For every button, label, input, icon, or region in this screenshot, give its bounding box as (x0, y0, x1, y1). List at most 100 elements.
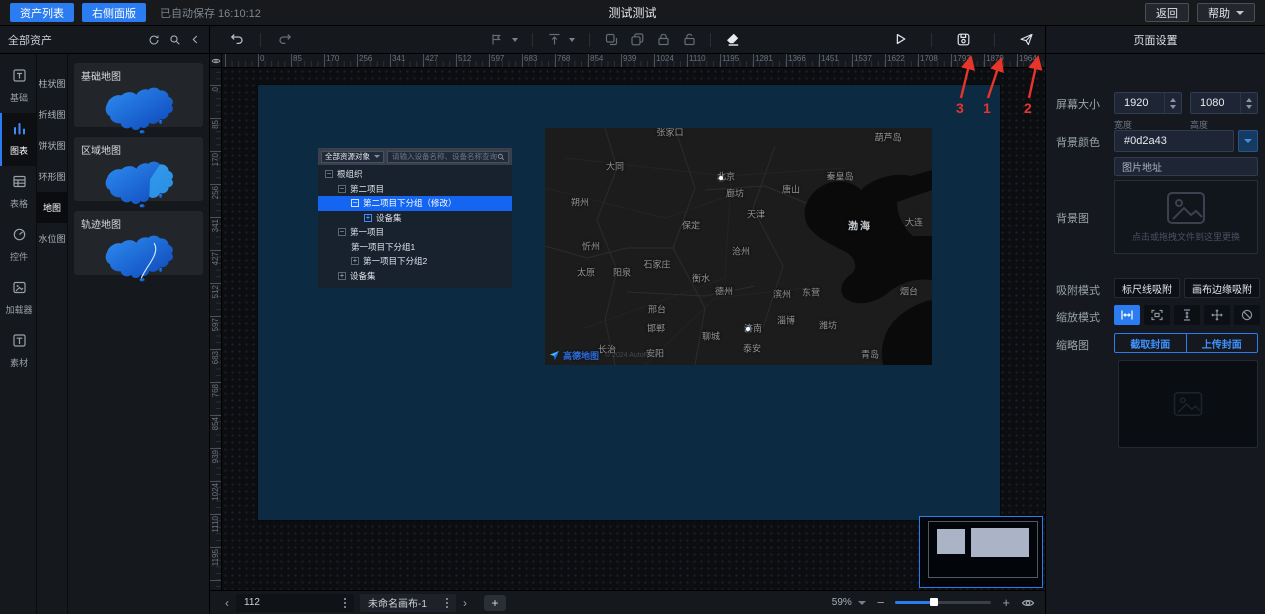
eraser-icon[interactable] (721, 29, 743, 51)
width-stepper[interactable] (1164, 93, 1181, 113)
scale-mode-fit-screen[interactable] (1144, 305, 1170, 325)
ruler-tick-label: 1281 (755, 54, 773, 63)
amap-logo-text: 高德地图 (563, 349, 599, 362)
zoom-level-select[interactable]: 59% (832, 597, 866, 608)
tree-node[interactable]: −第二项目 (318, 182, 512, 197)
category-table[interactable]: 表格 (0, 166, 36, 219)
redo-icon[interactable] (273, 29, 295, 51)
publish-icon[interactable] (1015, 29, 1037, 51)
bg-color-input[interactable]: #0d2a43 (1114, 130, 1234, 152)
right-panel-button[interactable]: 右侧面版 (82, 3, 146, 22)
category-text-frame[interactable]: 基础 (0, 60, 36, 113)
visibility-eye-icon[interactable] (1021, 596, 1035, 610)
scale-mode-free-move[interactable] (1204, 305, 1230, 325)
zoom-slider[interactable] (895, 601, 991, 604)
category-image[interactable]: 加载器 (0, 272, 36, 325)
category-material[interactable]: 素材 (0, 325, 36, 378)
bg-color-picker-button[interactable] (1238, 130, 1258, 152)
chevron-down-icon[interactable] (569, 38, 575, 42)
collapse-icon[interactable]: − (338, 228, 346, 236)
ruler-tick-label: 1451 (821, 54, 839, 63)
ruler-visibility-icon[interactable] (210, 54, 222, 68)
tree-node[interactable]: +设备集 (318, 211, 512, 226)
image-icon (12, 280, 27, 300)
search-icon[interactable] (169, 34, 181, 46)
ruler-tick-label: 1195 (211, 549, 220, 566)
kebab-menu-icon[interactable] (344, 602, 346, 604)
map-widget[interactable]: 张家口葫芦岛大同北京秦皇岛唐山廊坊朔州天津保定渤海大连忻州沧州石家庄太原阳泉衡水… (545, 128, 932, 365)
chart-type-item[interactable]: 环形图 (37, 161, 67, 192)
prev-page-icon[interactable]: ‹ (218, 596, 236, 610)
ruler-tick-label: 854 (590, 54, 603, 63)
tree-node[interactable]: −第二项目下分组（修改） (318, 196, 512, 211)
component-card[interactable]: 区域地图 (74, 137, 203, 201)
chart-type-item[interactable]: 柱状图 (37, 68, 67, 99)
tree-search-input[interactable]: 请输入设备名称、设备名称查询 (387, 151, 509, 163)
chart-type-item[interactable]: 地图 (37, 192, 67, 223)
minimap[interactable] (919, 516, 1043, 588)
horizontal-ruler[interactable]: 0851702563414275125976837688549391024111… (222, 54, 1045, 68)
preview-play-icon[interactable] (889, 29, 911, 51)
canvas-viewport[interactable]: 全部资源对象 请输入设备名称、设备名称查询 −根组织−第二项目−第二项目下分组（… (222, 68, 1045, 590)
height-stepper[interactable] (1240, 93, 1257, 113)
unlock-icon[interactable] (678, 29, 700, 51)
tree-filter-select[interactable]: 全部资源对象 (321, 151, 384, 163)
artboard[interactable]: 全部资源对象 请输入设备名称、设备名称查询 −根组织−第二项目−第二项目下分组（… (258, 85, 1000, 520)
collapse-icon[interactable]: − (351, 199, 359, 207)
category-bar-chart[interactable]: 图表 (0, 113, 36, 166)
tree-node[interactable]: −根组织 (318, 167, 512, 182)
zoom-out-icon[interactable]: − (877, 595, 885, 610)
device-tree-widget[interactable]: 全部资源对象 请输入设备名称、设备名称查询 −根组织−第二项目−第二项目下分组（… (318, 148, 512, 288)
tree-node[interactable]: −第一项目 (318, 225, 512, 240)
component-card[interactable]: 轨迹地图 (74, 211, 203, 275)
help-button[interactable]: 帮助 (1197, 3, 1255, 22)
page-tab[interactable]: 未命名画布-1 (360, 594, 456, 612)
expand-icon[interactable]: + (364, 214, 372, 222)
chevron-down-icon[interactable] (512, 38, 518, 42)
capture-cover-button[interactable]: 截取封面 (1115, 334, 1186, 352)
page-tab[interactable]: 112 (236, 594, 354, 612)
align-horizontal-icon[interactable] (486, 29, 508, 51)
scale-mode-fit-width[interactable] (1114, 305, 1140, 325)
china-map-thumbnail (81, 158, 196, 208)
duplicate-icon[interactable] (626, 29, 648, 51)
expand-icon[interactable]: + (338, 272, 346, 280)
tree-node[interactable]: +设备集 (318, 269, 512, 284)
lock-icon[interactable] (652, 29, 674, 51)
screen-width-input[interactable]: 1920 (1114, 92, 1182, 114)
vertical-ruler[interactable]: 0851702563414275125976837688549391024111… (210, 68, 222, 590)
upload-cover-button[interactable]: 上传封面 (1186, 334, 1258, 352)
tree-node[interactable]: +第一项目下分组2 (318, 254, 512, 269)
chart-type-item[interactable]: 饼状图 (37, 130, 67, 161)
bg-image-url-input[interactable]: 图片地址 (1114, 157, 1258, 176)
component-card[interactable]: 基础地图 (74, 63, 203, 127)
refresh-icon[interactable] (148, 34, 160, 46)
kebab-menu-icon[interactable] (446, 602, 448, 604)
expand-icon[interactable]: + (351, 257, 359, 265)
collapse-icon[interactable]: − (338, 185, 346, 193)
zoom-in-icon[interactable]: + (1002, 595, 1010, 610)
scale-mode-fit-height[interactable] (1174, 305, 1200, 325)
collapse-icon[interactable]: − (325, 170, 333, 178)
align-vertical-icon[interactable] (543, 29, 565, 51)
category-gauge[interactable]: 控件 (0, 219, 36, 272)
next-page-icon[interactable]: › (456, 596, 474, 610)
undo-icon[interactable] (226, 29, 248, 51)
tree-node[interactable]: 第一项目下分组1 (318, 240, 512, 255)
collapse-panel-icon[interactable] (190, 34, 201, 45)
chart-type-item[interactable]: 折线图 (37, 99, 67, 130)
snap-ruler-button[interactable]: 标尺线吸附 (1114, 278, 1180, 298)
snap-edge-button[interactable]: 画布边缘吸附 (1184, 278, 1260, 298)
asset-list-button[interactable]: 资产列表 (10, 3, 74, 22)
screen-height-input[interactable]: 1080 (1190, 92, 1258, 114)
thumbnail-label: 缩略图 (1056, 337, 1089, 353)
city-label: 青岛 (861, 348, 879, 361)
bg-image-dropzone[interactable]: 点击或拖拽文件到这里更换 (1114, 180, 1258, 254)
add-page-button[interactable]: + (484, 595, 506, 611)
scale-mode-no-scale[interactable] (1234, 305, 1260, 325)
group-icon[interactable] (600, 29, 622, 51)
save-snapshot-icon[interactable] (952, 29, 974, 51)
zoom-slider-handle[interactable] (930, 598, 938, 606)
back-button[interactable]: 返回 (1145, 3, 1189, 22)
chart-type-item[interactable]: 水位图 (37, 223, 67, 254)
